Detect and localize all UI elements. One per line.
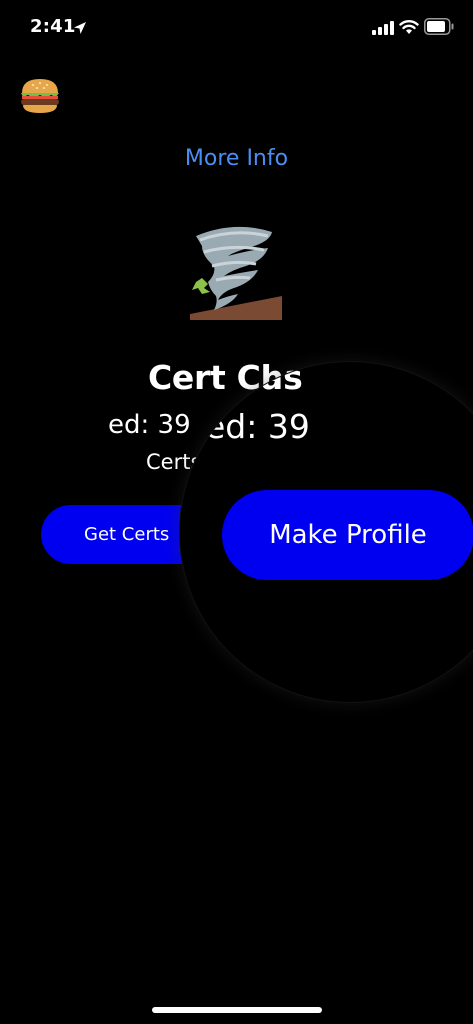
make-profile-button[interactable]: Make Profile [222,490,473,580]
location-arrow-icon [74,22,86,34]
burger-icon[interactable] [18,76,62,116]
app-screen: 2:41 More Info Cert Chas ed: 39 Certs Ge… [0,0,473,1024]
get-certs-label: Get Certs [84,524,170,545]
magnifier-loupe: Cert Chas ed: 39 Make Profile [180,362,473,702]
home-indicator[interactable] [152,1007,322,1013]
status-bar: 2:41 [0,0,473,54]
tornado-icon [190,226,282,320]
wifi-icon [399,20,419,34]
magnified-title: Cert Chas [180,362,303,397]
cellular-signal-icon [372,21,394,35]
make-profile-label: Make Profile [269,520,427,550]
magnified-count: ed: 39 [205,407,310,446]
battery-icon [424,18,454,35]
status-time: 2:41 [30,16,76,37]
more-info-link[interactable]: More Info [0,146,473,171]
